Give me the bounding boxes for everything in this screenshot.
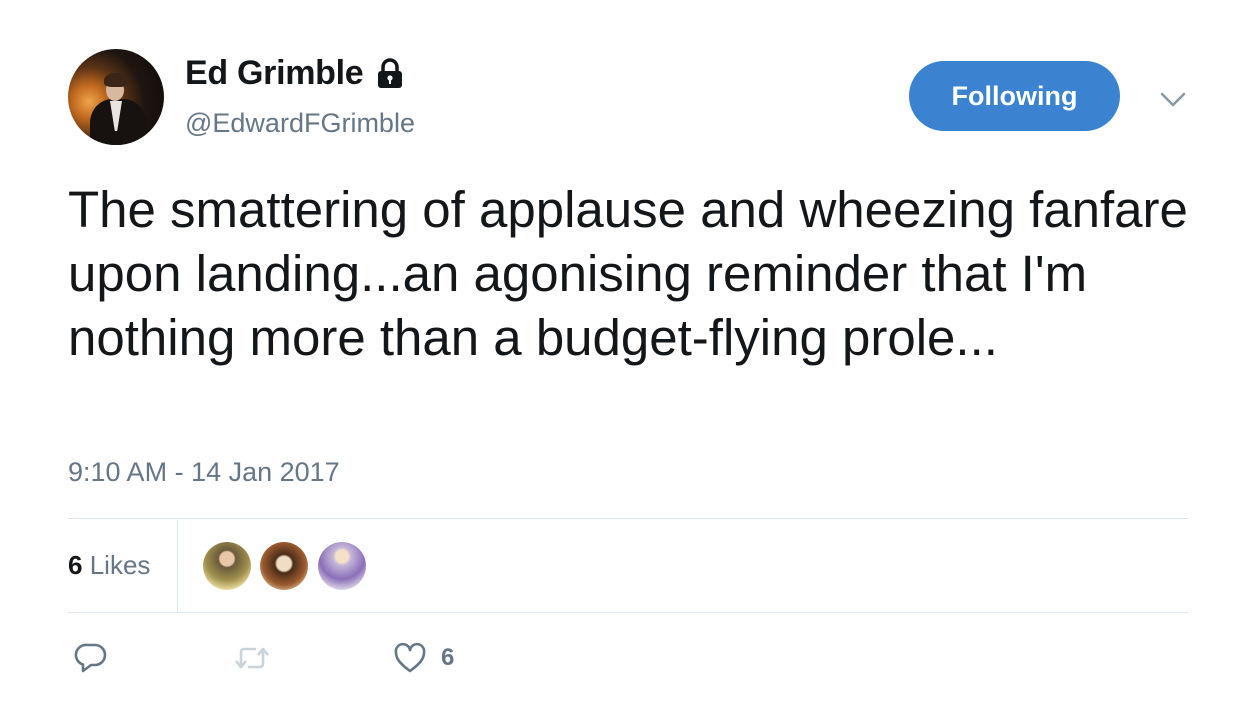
display-name[interactable]: Ed Grimble — [185, 54, 364, 93]
tweet-text: The smattering of applause and wheezing … — [68, 181, 1188, 366]
liker-avatar[interactable] — [318, 542, 366, 590]
tweet-timestamp[interactable]: 9:10 AM - 14 Jan 2017 — [68, 457, 340, 488]
divider — [68, 612, 1188, 613]
divider — [68, 518, 1188, 519]
lock-icon — [375, 57, 405, 90]
chevron-down-icon[interactable] — [1158, 86, 1188, 112]
like-count: 6 — [441, 644, 455, 671]
reply-icon — [74, 641, 108, 675]
likes-count: 6 — [68, 550, 83, 580]
retweet-button[interactable] — [232, 638, 272, 678]
heart-icon — [393, 642, 427, 674]
tweet-actions: 6 — [68, 638, 568, 682]
display-name-row[interactable]: Ed Grimble — [185, 54, 405, 93]
reply-button[interactable] — [74, 638, 108, 678]
tweet-stats: 6 Likes — [68, 520, 1188, 612]
retweet-icon — [232, 641, 272, 675]
user-handle[interactable]: @EdwardFGrimble — [185, 108, 415, 139]
profile-avatar[interactable] — [68, 49, 164, 145]
liker-avatar[interactable] — [260, 542, 308, 590]
tweet-card: Ed Grimble @EdwardFGrimble Following The… — [0, 0, 1258, 720]
like-button[interactable]: 6 — [393, 638, 454, 678]
likes-label: Likes — [89, 550, 151, 580]
stats-separator — [177, 520, 178, 612]
following-button[interactable]: Following — [909, 61, 1120, 131]
liker-avatar[interactable] — [203, 542, 251, 590]
likes-stat[interactable]: 6 Likes — [68, 550, 150, 581]
